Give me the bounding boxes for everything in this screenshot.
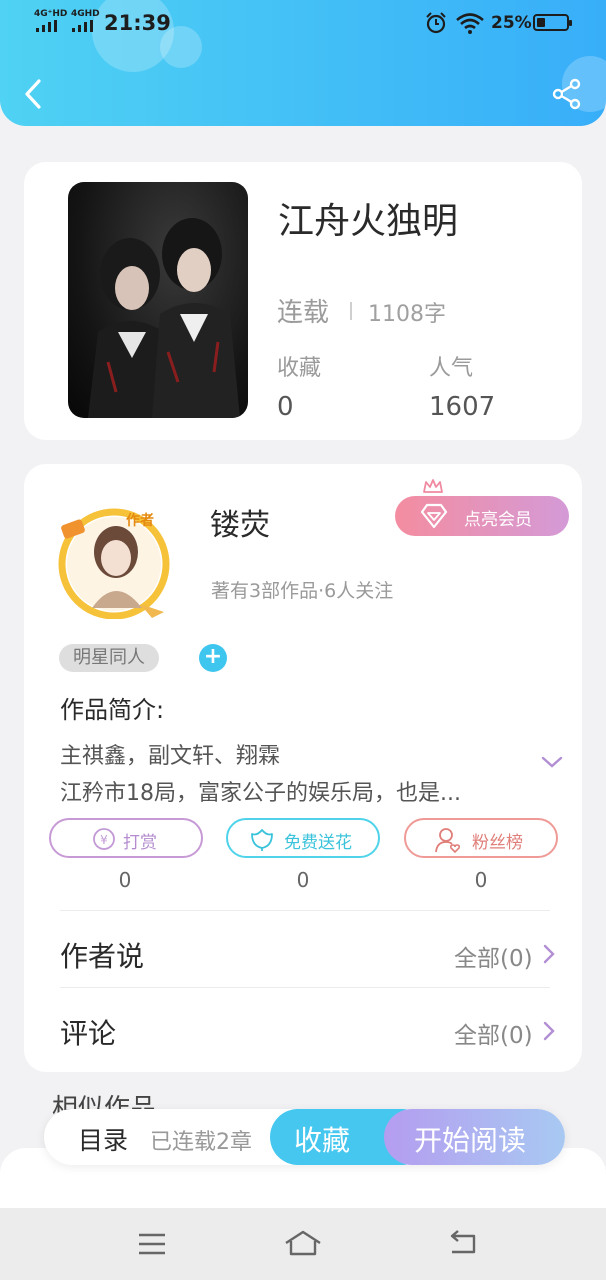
author-badge: 作者 bbox=[126, 513, 154, 529]
signal-label-1: 4G⁺HD bbox=[34, 9, 68, 19]
membership-button-label: 点亮会员 bbox=[464, 510, 532, 530]
author-says-all: 全部(0) bbox=[454, 946, 533, 972]
battery-percent: 25% bbox=[491, 13, 532, 33]
author-says-row[interactable]: 作者说 全部(0) bbox=[24, 911, 582, 987]
add-tag-button[interactable]: + bbox=[199, 644, 227, 672]
reward-button[interactable]: ¥ 打赏 bbox=[49, 818, 203, 858]
intro-line-2: 江矜市18局，富家公子的娱乐局，也是... bbox=[60, 781, 461, 806]
favorite-button-label: 收藏 bbox=[294, 1124, 351, 1157]
svg-text:¥: ¥ bbox=[100, 833, 108, 847]
intro-title: 作品简介: bbox=[60, 696, 165, 724]
fans-ranking-label: 粉丝榜 bbox=[472, 833, 523, 853]
chevron-right-icon bbox=[543, 1021, 555, 1041]
author-meta: 著有3部作品·6人关注 bbox=[211, 580, 394, 602]
comments-label: 评论 bbox=[60, 1017, 117, 1050]
share-icon[interactable] bbox=[551, 78, 583, 110]
clock-time: 21:39 bbox=[104, 11, 171, 35]
status-bar: 4G⁺HD 4GHD 21:39 25% bbox=[0, 0, 606, 48]
back-icon[interactable] bbox=[446, 1230, 480, 1258]
bottom-action-bar: 目录 已连载2章 收藏 开始阅读 bbox=[44, 1109, 565, 1165]
flower-icon bbox=[251, 829, 273, 851]
book-cover-image[interactable] bbox=[68, 182, 248, 418]
reward-label: 打赏 bbox=[123, 833, 157, 853]
favorites-value: 0 bbox=[277, 392, 294, 422]
comments-row[interactable]: 评论 全部(0) bbox=[24, 988, 582, 1064]
table-of-contents-button[interactable]: 目录 bbox=[78, 1121, 128, 1157]
intro-line-1: 主祺鑫，副文轩、翔霖 bbox=[60, 744, 281, 769]
divider bbox=[350, 302, 352, 320]
comments-all: 全部(0) bbox=[454, 1023, 533, 1049]
crown-icon bbox=[423, 479, 443, 493]
author-says-label: 作者说 bbox=[60, 940, 145, 973]
header: 4G⁺HD 4GHD 21:39 25% bbox=[0, 0, 606, 126]
author-avatar[interactable]: 作者 bbox=[44, 504, 174, 620]
author-avatar-illustration bbox=[58, 508, 170, 620]
chevron-left-icon[interactable] bbox=[18, 76, 50, 112]
genre-tag[interactable]: 明星同人 bbox=[59, 644, 159, 672]
flower-count: 0 bbox=[296, 868, 310, 892]
favorites-label: 收藏 bbox=[277, 356, 322, 381]
signal-label-2: 4GHD bbox=[71, 9, 100, 19]
battery-icon bbox=[533, 14, 572, 31]
home-icon[interactable] bbox=[283, 1228, 323, 1258]
diamond-icon bbox=[420, 503, 448, 529]
coin-icon: ¥ bbox=[93, 828, 115, 850]
chevron-down-icon[interactable] bbox=[540, 754, 564, 770]
book-title: 江舟火独明 bbox=[278, 201, 459, 242]
menu-icon[interactable] bbox=[136, 1230, 168, 1258]
system-navigation-bar bbox=[0, 1208, 606, 1280]
start-reading-label: 开始阅读 bbox=[414, 1124, 527, 1157]
popularity-value: 1607 bbox=[429, 392, 496, 422]
cover-illustration bbox=[88, 218, 240, 418]
serial-status: 连载 bbox=[277, 298, 330, 328]
chevron-right-icon bbox=[543, 944, 555, 964]
popularity-label: 人气 bbox=[429, 356, 474, 381]
send-flower-label: 免费送花 bbox=[284, 833, 352, 853]
send-flower-button[interactable]: 免费送花 bbox=[226, 818, 380, 858]
signal-bars-icon bbox=[36, 20, 57, 32]
reward-count: 0 bbox=[118, 868, 132, 892]
fans-ranking-button[interactable]: 粉丝榜 bbox=[404, 818, 558, 858]
wifi-icon bbox=[456, 13, 484, 34]
alarm-icon bbox=[426, 12, 446, 34]
light-up-membership-button[interactable]: 点亮会员 bbox=[395, 496, 569, 536]
book-info-card: 江舟火独明 连载 1108字 收藏 人气 0 1607 bbox=[24, 162, 582, 440]
signal-bars-icon bbox=[72, 20, 93, 32]
author-name[interactable]: 镂荧 bbox=[210, 500, 270, 544]
word-count: 1108字 bbox=[368, 302, 446, 327]
chapter-count[interactable]: 已连载2章 bbox=[150, 1124, 252, 1156]
start-reading-button[interactable]: 开始阅读 bbox=[384, 1109, 565, 1165]
author-card: 作者 镂荧 著有3部作品·6人关注 点亮会员 明星同人 + 作品简介: 主祺鑫，… bbox=[24, 464, 582, 1072]
user-heart-icon bbox=[435, 828, 461, 854]
fans-count: 0 bbox=[474, 868, 488, 892]
